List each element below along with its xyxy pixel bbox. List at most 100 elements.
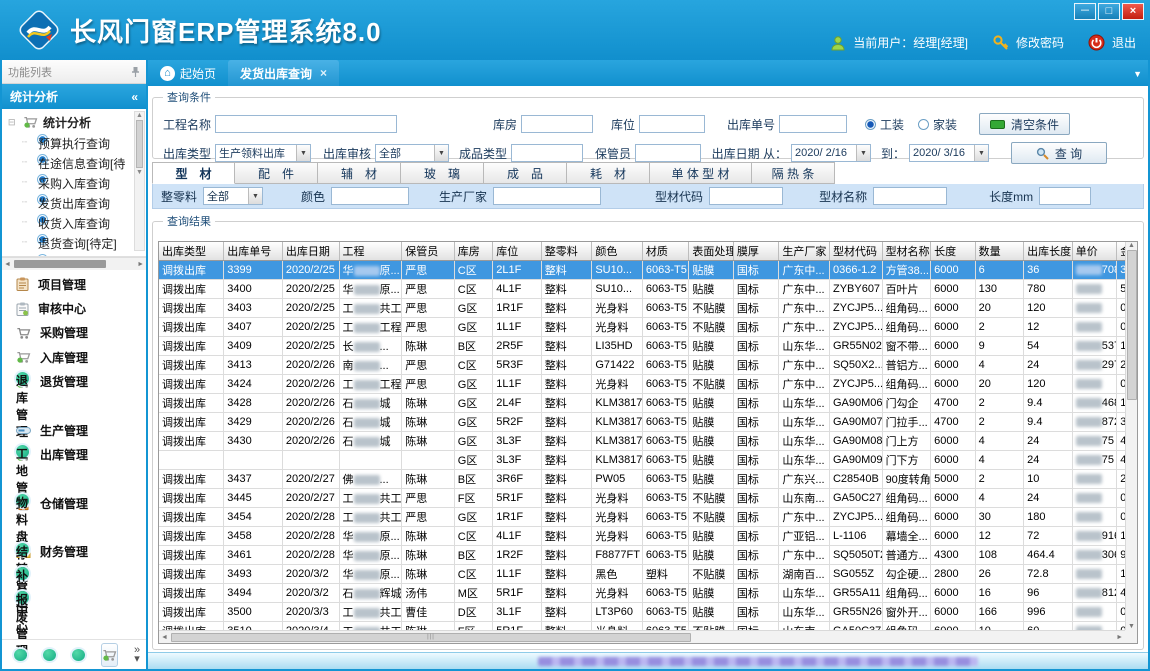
table-row[interactable]: 调拨出库34302020/2/26石城陈琳G区3L3F整料KLM38176063… xyxy=(159,431,1125,450)
column-header[interactable]: 出库类型 xyxy=(159,242,224,260)
location-input[interactable] xyxy=(639,115,705,133)
table-cell[interactable]: 6000 xyxy=(931,279,976,298)
table-cell[interactable]: 182 xyxy=(1117,564,1125,583)
table-row[interactable]: 调拨出库34612020/2/28华原...陈琳B区1R2F整料F8877FT6… xyxy=(159,545,1125,564)
table-cell[interactable]: 普铝方... xyxy=(882,355,931,374)
table-cell[interactable]: 0 xyxy=(1117,374,1125,393)
table-cell[interactable]: 山东华... xyxy=(779,583,830,602)
table-cell[interactable]: GA50C27 xyxy=(829,488,882,507)
table-cell[interactable]: 华原... xyxy=(339,564,402,583)
table-cell[interactable]: 国标 xyxy=(733,393,779,412)
warehouse-input[interactable] xyxy=(521,115,593,133)
table-cell[interactable]: 6063-T5 xyxy=(642,393,689,412)
table-cell[interactable]: 1L1F xyxy=(493,564,542,583)
table-cell[interactable]: 南... xyxy=(339,355,402,374)
sidebar-item-审核中心[interactable]: 审核中心 xyxy=(2,297,146,321)
table-cell[interactable]: 2020/2/26 xyxy=(282,431,339,450)
table-cell[interactable]: 整料 xyxy=(541,412,592,431)
table-cell[interactable]: 0 xyxy=(1117,602,1125,621)
table-cell[interactable]: 工共工程 xyxy=(339,621,402,630)
table-cell[interactable]: 百叶片 xyxy=(882,279,931,298)
table-cell[interactable]: ZYCJP5... xyxy=(829,374,882,393)
table-cell[interactable]: B区 xyxy=(454,545,492,564)
table-cell[interactable]: 6063-T5 xyxy=(642,450,689,469)
table-cell[interactable]: 调拨出库 xyxy=(159,393,224,412)
table-cell[interactable]: 门下方 xyxy=(882,450,931,469)
table-cell[interactable]: 门上方 xyxy=(882,431,931,450)
table-cell[interactable]: 6063-T5 xyxy=(642,355,689,374)
table-row[interactable]: 调拨出库33992020/2/25华原...严思C区2L1F整料SU10...6… xyxy=(159,260,1125,279)
material-tab-玻璃[interactable]: 玻 璃 xyxy=(401,162,484,184)
table-cell[interactable]: 陈琳 xyxy=(402,526,455,545)
table-cell[interactable]: 整料 xyxy=(541,545,592,564)
table-cell[interactable]: 2800 xyxy=(931,564,976,583)
table-cell[interactable] xyxy=(339,450,402,469)
table-cell[interactable]: G区 xyxy=(454,298,492,317)
factory-input[interactable] xyxy=(493,187,601,205)
table-row[interactable]: 调拨出库34452020/2/27工共工程严思F区5R1F整料光身料6063-T… xyxy=(159,488,1125,507)
table-cell[interactable]: 6063-T5 xyxy=(642,279,689,298)
table-cell[interactable]: 4700 xyxy=(931,412,976,431)
table-cell[interactable]: 窗外开... xyxy=(882,602,931,621)
name-input[interactable] xyxy=(873,187,947,205)
logout-link[interactable]: 退出 xyxy=(1112,34,1136,51)
table-cell[interactable]: 工共工程 xyxy=(339,488,402,507)
table-row[interactable]: G区3L3F整料KLM38176063-T5贴膜国标山东华...GA90M09.… xyxy=(159,450,1125,469)
table-cell[interactable]: 长... xyxy=(339,336,402,355)
table-cell[interactable]: 门拉手... xyxy=(882,412,931,431)
table-cell[interactable]: 整料 xyxy=(541,317,592,336)
table-cell[interactable]: ZYCJP5... xyxy=(829,507,882,526)
table-cell[interactable] xyxy=(1072,621,1117,630)
material-tab-辅材[interactable]: 辅 材 xyxy=(318,162,401,184)
table-cell[interactable]: 国标 xyxy=(733,260,779,279)
table-cell[interactable]: 调拨出库 xyxy=(159,317,224,336)
table-cell[interactable]: 整料 xyxy=(541,450,592,469)
material-tab-单体型材[interactable]: 单 体 型 材 xyxy=(650,162,752,184)
tab-close-icon[interactable]: × xyxy=(320,66,327,80)
table-cell[interactable]: 60 xyxy=(1024,621,1073,630)
cart-button[interactable] xyxy=(101,643,118,667)
table-cell[interactable]: GA90M06. xyxy=(829,393,882,412)
table-cell[interactable]: KLM3817 xyxy=(592,412,643,431)
table-cell[interactable]: 3461 xyxy=(224,545,283,564)
table-cell[interactable]: 411 xyxy=(1117,583,1125,602)
column-header[interactable]: 颜色 xyxy=(592,242,643,260)
table-cell[interactable]: 916 xyxy=(1072,526,1117,545)
table-cell[interactable]: 20 xyxy=(975,374,1024,393)
table-cell[interactable]: 439 xyxy=(1117,431,1125,450)
table-cell[interactable]: 华原... xyxy=(339,526,402,545)
table-cell[interactable]: C区 xyxy=(454,526,492,545)
table-cell[interactable]: KLM3817 xyxy=(592,393,643,412)
table-cell[interactable]: G区 xyxy=(454,317,492,336)
table-cell[interactable]: KLM3817 xyxy=(592,431,643,450)
table-cell[interactable]: 严思 xyxy=(402,260,455,279)
table-cell[interactable]: 华原... xyxy=(339,260,402,279)
table-cell[interactable]: 6063-T5 xyxy=(642,621,689,630)
sidebar-item-采购管理[interactable]: 采购管理 xyxy=(2,321,146,345)
table-cell[interactable]: 陈琳 xyxy=(402,412,455,431)
tree-item[interactable]: ┈预算执行查询 xyxy=(22,132,146,152)
table-cell[interactable]: ZYCJP5... xyxy=(829,317,882,336)
table-cell[interactable]: 1R1F xyxy=(493,298,542,317)
column-header[interactable]: 出库日期 xyxy=(282,242,339,260)
table-cell[interactable]: 3454 xyxy=(224,507,283,526)
table-cell[interactable]: 广东中... xyxy=(779,374,830,393)
table-cell[interactable]: 调拨出库 xyxy=(159,564,224,583)
table-cell[interactable]: 464.4 xyxy=(1024,545,1073,564)
table-cell[interactable]: 3L1F xyxy=(493,602,542,621)
table-cell[interactable]: 1L1F xyxy=(493,374,542,393)
table-cell[interactable]: 6000 xyxy=(931,621,976,630)
table-cell[interactable]: 工共工程 xyxy=(339,602,402,621)
table-cell[interactable]: 整料 xyxy=(541,621,592,630)
table-cell[interactable]: 72 xyxy=(1024,526,1073,545)
table-cell[interactable]: 组角码... xyxy=(882,583,931,602)
table-cell[interactable]: C区 xyxy=(454,564,492,583)
date-from-picker[interactable]: 2020/ 2/16▼ xyxy=(791,144,871,162)
table-cell[interactable]: 整料 xyxy=(541,431,592,450)
table-cell[interactable]: 3R6F xyxy=(493,469,542,488)
sidebar-item-工地管理[interactable]: 工地管理 xyxy=(2,467,146,491)
table-cell[interactable]: 3409 xyxy=(224,336,283,355)
tree-item[interactable]: ┈退库管理[待定] xyxy=(22,252,146,257)
table-cell[interactable]: 9.4 xyxy=(1024,412,1073,431)
table-cell[interactable]: B区 xyxy=(454,336,492,355)
